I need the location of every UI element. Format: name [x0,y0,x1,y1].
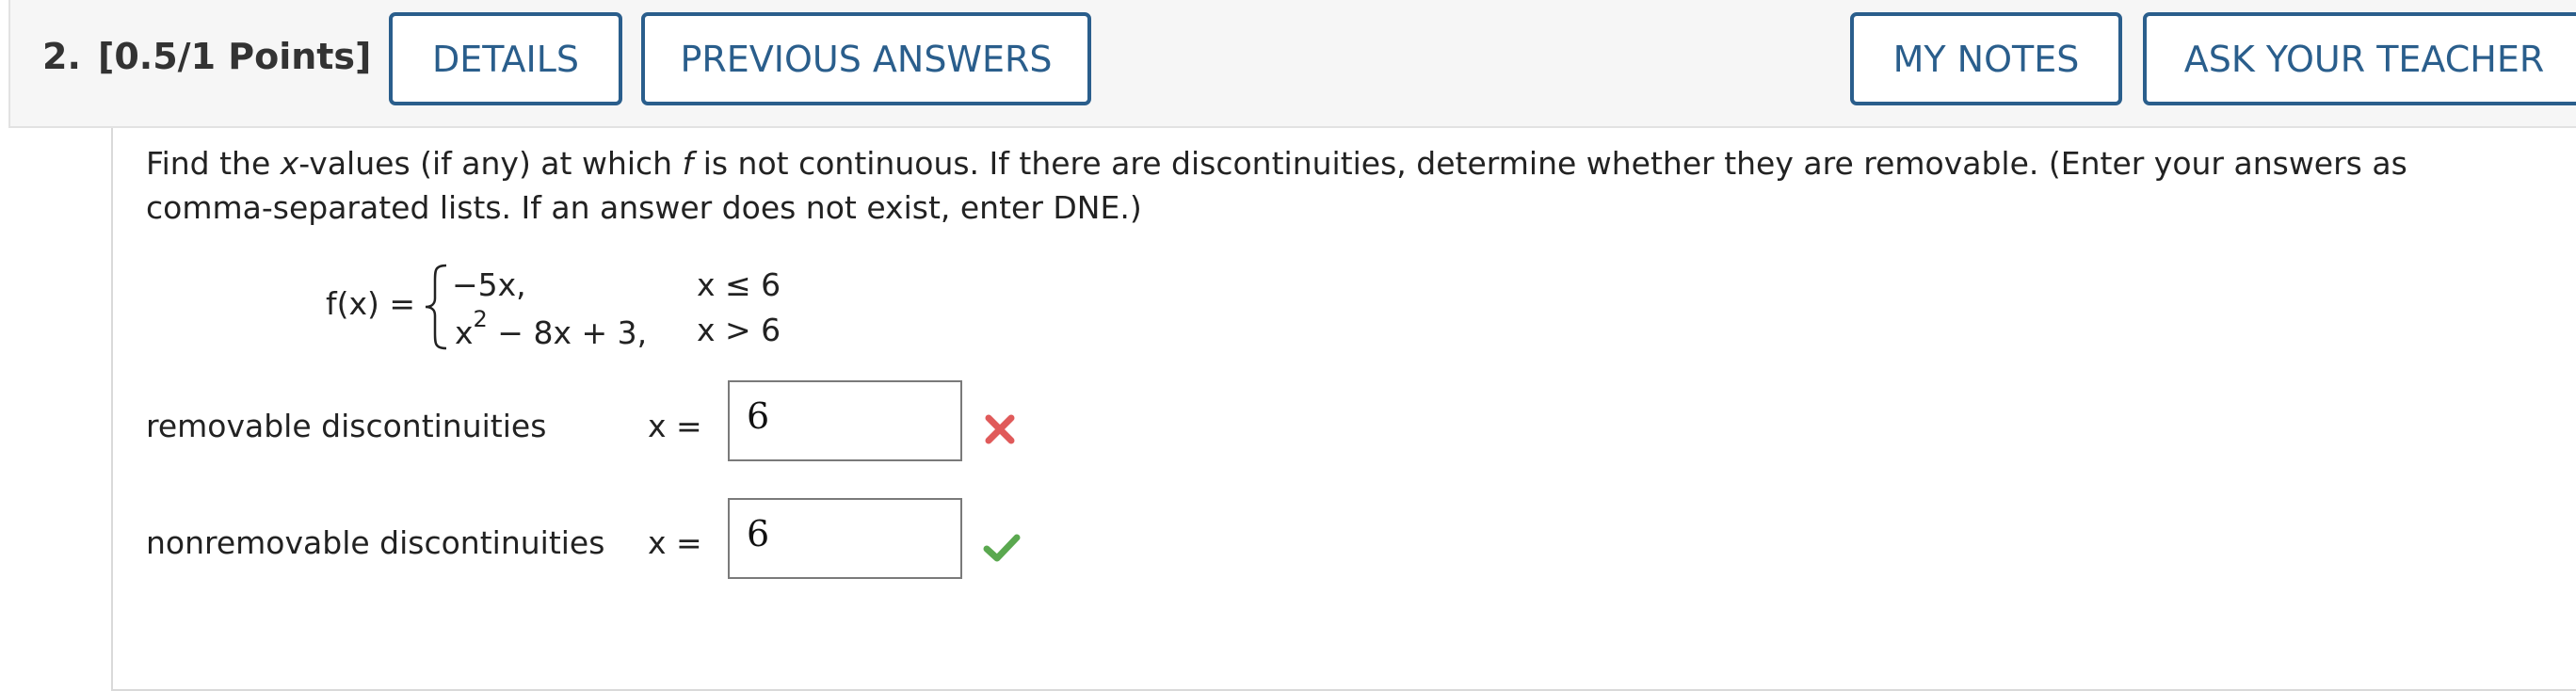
ask-your-teacher-button[interactable]: ASK YOUR TEACHER [2143,12,2576,105]
prompt-variable-x: x [280,145,299,182]
removable-var-label: x = [648,408,702,444]
piece1-condition: x ≤ 6 [697,266,781,303]
piece2-expression: x2 − 8x + 3, [455,306,648,351]
details-button[interactable]: DETAILS [389,12,622,105]
question-prompt: Find the x-values (if any) at which f is… [146,141,2519,230]
piece2-exponent: 2 [473,306,488,332]
my-notes-button[interactable]: MY NOTES [1850,12,2122,105]
question-points: [0.5/1 Points] [98,36,372,77]
previous-answers-button[interactable]: PREVIOUS ANSWERS [641,12,1091,105]
piece2-rest: − 8x + 3, [487,314,648,351]
x-mark-icon [985,414,1015,444]
function-name: f(x) = [326,285,416,322]
check-mark-icon [983,534,1021,562]
piece2-base: x [455,314,474,351]
piece1-expression: −5x, [452,266,526,303]
nonremovable-answer-input[interactable]: 6 [728,498,962,579]
prompt-variable-f: f [682,145,694,182]
question-page: 2. [0.5/1 Points] DETAILS PREVIOUS ANSWE… [0,0,2576,691]
left-brace-icon [425,264,447,350]
piece2-condition: x > 6 [697,312,781,348]
question-number: 2. [42,36,81,77]
nonremovable-var-label: x = [648,524,702,561]
removable-answer-input[interactable]: 6 [728,380,962,461]
removable-label: removable discontinuities [146,408,547,444]
prompt-text: Find the [146,145,281,182]
nonremovable-label: nonremovable discontinuities [146,524,605,561]
prompt-text: -values (if any) at which [298,145,683,182]
